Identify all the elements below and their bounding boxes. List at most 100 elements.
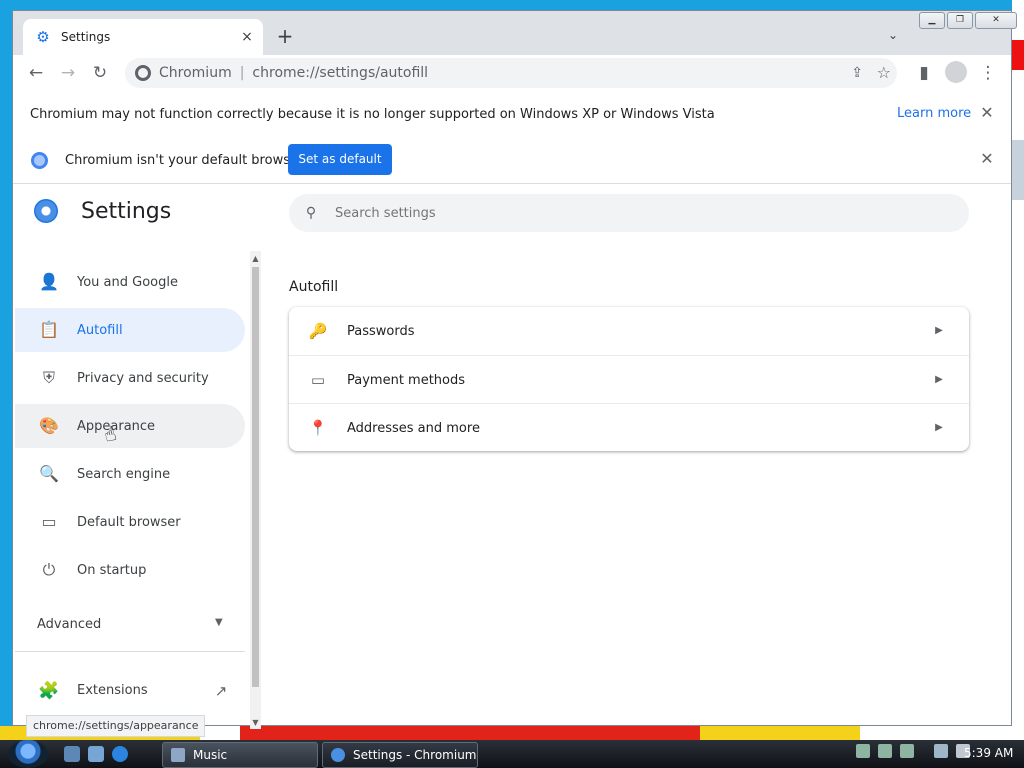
taskbar-item-label: Music (193, 748, 228, 762)
puzzle-icon: 🧩 (38, 681, 60, 701)
bookmark-star-icon[interactable]: ☆ (877, 63, 891, 82)
chromium-logo-icon (31, 151, 48, 169)
internet-explorer-icon[interactable] (112, 746, 128, 762)
search-input[interactable] (333, 204, 937, 222)
credit-card-icon: ▭ (310, 371, 326, 389)
sidebar-item-label: On startup (77, 562, 147, 578)
browser-toolbar: ← → ↻ Chromium | chrome://settings/autof… (13, 55, 1011, 92)
sidebar-item-you-and-google[interactable]: 👤 You and Google (15, 260, 245, 304)
chromium-site-icon (135, 65, 151, 81)
close-infobar-icon[interactable]: ✕ (977, 103, 997, 123)
tab-title: Settings (61, 30, 111, 44)
browser-icon: ▭ (41, 512, 57, 531)
autofill-row-payment-methods[interactable]: ▭ Payment methods ▶ (289, 355, 969, 404)
start-button[interactable] (8, 740, 48, 768)
side-panel-icon[interactable]: ▮ (913, 62, 935, 84)
scroll-up-arrow-icon[interactable]: ▲ (250, 253, 261, 265)
search-icon: ⚲ (305, 205, 317, 221)
unsupported-os-infobar: Chromium may not function correctly beca… (13, 91, 1011, 138)
sidebar-item-label: Privacy and security (77, 370, 209, 386)
network-icon[interactable] (934, 744, 948, 758)
share-icon[interactable]: ⇪ (851, 65, 863, 81)
desktop-background-right (1012, 0, 1024, 740)
taskbar-item-chromium[interactable]: Settings - Chromium (322, 742, 478, 768)
chevron-down-icon: ▼ (215, 617, 223, 628)
infobar-message: Chromium isn't your default browser (65, 152, 304, 168)
back-button[interactable]: ← (25, 62, 47, 84)
power-icon: ⏻ (42, 560, 56, 579)
clipboard-icon: 📋 (39, 320, 59, 339)
scrollbar-thumb[interactable] (252, 267, 259, 687)
sidebar-item-default-browser[interactable]: ▭ Default browser (15, 500, 245, 544)
sidebar-item-search-engine[interactable]: 🔍 Search engine (15, 452, 245, 496)
taskbar: Music Settings - Chromium 5:39 AM (0, 740, 1024, 768)
row-label: Addresses and more (347, 420, 480, 436)
gear-icon: ⚙ (36, 28, 50, 46)
taskbar-item-music[interactable]: Music (162, 742, 318, 768)
chromium-icon (331, 748, 345, 762)
advanced-section-toggle[interactable]: Advanced (37, 617, 101, 632)
chevron-right-icon: ▶ (935, 325, 943, 336)
show-desktop-icon[interactable] (64, 746, 80, 762)
sidebar-item-on-startup[interactable]: ⏻ On startup (15, 548, 245, 592)
sidebar-item-autofill[interactable]: 📋 Autofill (15, 308, 245, 352)
tab-close-icon[interactable]: × (239, 29, 255, 45)
sidebar-item-label: Autofill (77, 322, 123, 338)
sidebar-item-label: You and Google (77, 274, 178, 290)
palette-icon: 🎨 (39, 416, 59, 435)
menu-icon[interactable]: ⋮ (977, 62, 999, 84)
switch-windows-icon[interactable] (88, 746, 104, 762)
chevron-right-icon: ▶ (935, 422, 943, 433)
sidebar-item-appearance[interactable]: 🎨 Appearance (15, 404, 245, 448)
minimize-button[interactable]: ▁ (919, 12, 945, 29)
key-icon: 🔑 (308, 322, 328, 340)
search-settings-box[interactable]: ⚲ (289, 194, 969, 232)
status-bubble: chrome://settings/appearance (26, 715, 206, 737)
shield-icon: ⛨ (42, 368, 55, 387)
close-infobar-icon[interactable]: ✕ (977, 149, 997, 169)
tab-strip: ⚙ Settings × + ⌄ ▁ ❐ ✕ (13, 11, 1017, 55)
autofill-card: 🔑 Passwords ▶ ▭ Payment methods ▶ 📍 Addr… (289, 307, 969, 451)
taskbar-item-label: Settings - Chromium (353, 748, 477, 762)
sidebar-item-label: Search engine (77, 466, 171, 482)
set-as-default-button[interactable]: Set as default (288, 144, 392, 175)
reload-button[interactable]: ↻ (89, 62, 111, 84)
restore-button[interactable]: ❐ (947, 12, 973, 29)
infobar-message: Chromium may not function correctly beca… (30, 106, 715, 122)
tray-app-icon[interactable] (856, 744, 870, 758)
sidebar-divider (15, 651, 245, 652)
sidebar-item-label: Appearance (77, 418, 156, 434)
folder-icon (171, 748, 185, 762)
extensions-link[interactable]: Extensions (77, 683, 148, 698)
search-icon: 🔍 (39, 464, 59, 483)
section-title: Autofill (289, 279, 339, 295)
tray-app-icon[interactable] (900, 744, 914, 758)
tab-settings[interactable]: ⚙ Settings × (23, 19, 263, 55)
browser-window: ⚙ Settings × + ⌄ ▁ ❐ ✕ ← → ↻ Chromium | … (12, 10, 1017, 737)
scroll-down-arrow-icon[interactable]: ▼ (250, 717, 261, 729)
person-icon: 👤 (39, 272, 59, 291)
page-title: Settings (81, 199, 172, 224)
row-label: Passwords (347, 323, 415, 339)
clock[interactable]: 5:39 AM (964, 746, 1013, 760)
new-tab-button[interactable]: + (275, 26, 295, 47)
autofill-row-passwords[interactable]: 🔑 Passwords ▶ (289, 307, 969, 355)
learn-more-link[interactable]: Learn more (897, 106, 971, 121)
chevron-right-icon: ▶ (935, 374, 943, 385)
sidebar-item-privacy-and-security[interactable]: ⛨ Privacy and security (15, 356, 245, 400)
default-browser-infobar: Chromium isn't your default browser Set … (13, 137, 1011, 184)
url-text[interactable]: chrome://settings/autofill (252, 65, 428, 81)
address-bar[interactable]: Chromium | chrome://settings/autofill ⇪ … (125, 58, 897, 88)
tab-search-button[interactable]: ⌄ (885, 27, 901, 43)
window-controls: ▁ ❐ ✕ (917, 12, 1017, 29)
sidebar-scrollbar[interactable]: ▲ ▼ (250, 251, 261, 729)
profile-avatar[interactable] (945, 61, 967, 83)
open-in-new-icon[interactable]: ↗ (211, 681, 231, 701)
close-window-button[interactable]: ✕ (975, 12, 1017, 29)
row-label: Payment methods (347, 372, 466, 388)
location-pin-icon: 📍 (308, 419, 328, 437)
autofill-row-addresses[interactable]: 📍 Addresses and more ▶ (289, 403, 969, 452)
tray-app-icon[interactable] (878, 744, 892, 758)
forward-button[interactable]: → (57, 62, 79, 84)
sidebar-item-label: Default browser (77, 514, 181, 530)
